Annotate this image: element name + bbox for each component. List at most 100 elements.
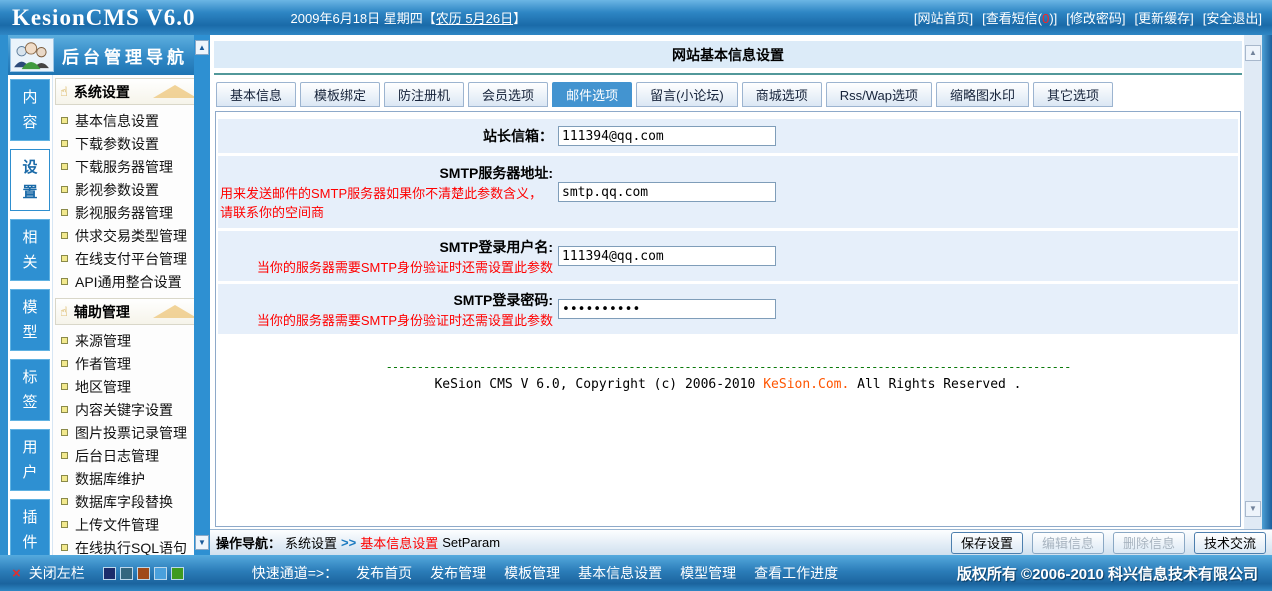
- save-settings-button[interactable]: 保存设置: [951, 532, 1023, 554]
- tab-other-options[interactable]: 其它选项: [1033, 82, 1113, 107]
- edit-info-button[interactable]: 编辑信息: [1032, 532, 1104, 554]
- main-scrollbar[interactable]: ▲ ▼: [1244, 35, 1262, 529]
- menu-item-basic-info[interactable]: 基本信息设置: [55, 109, 208, 132]
- menu-item-vote-records[interactable]: 图片投票记录管理: [55, 421, 208, 444]
- delete-info-button[interactable]: 删除信息: [1113, 532, 1185, 554]
- sidebar-menu: ☝ 系统设置 基本信息设置 下载参数设置 下载服务器管理 影视参数设置 影视服务…: [52, 75, 210, 555]
- tab-shop-options[interactable]: 商城选项: [742, 82, 822, 107]
- bullet-icon: [61, 117, 68, 124]
- menu-item-admin-logs[interactable]: 后台日志管理: [55, 444, 208, 467]
- form-row-smtp-password: SMTP登录密码: 当你的服务器需要SMTP身份验证时还需设置此参数: [218, 284, 1238, 334]
- menu-item-upload-files[interactable]: 上传文件管理: [55, 513, 208, 536]
- bullet-icon: [61, 360, 68, 367]
- menu-item-db-maintenance[interactable]: 数据库维护: [55, 467, 208, 490]
- divider: [214, 73, 1242, 75]
- tech-support-button[interactable]: 技术交流: [1194, 532, 1266, 554]
- scroll-down-icon[interactable]: ▼: [195, 535, 209, 550]
- menu-item-author-mgmt[interactable]: 作者管理: [55, 352, 208, 375]
- logout-link[interactable]: [安全退出]: [1203, 8, 1262, 27]
- thumb-icon: ☝: [60, 304, 68, 320]
- main-content: 网站基本信息设置 基本信息 模板绑定 防注册机 会员选项 邮件选项 留言(小论坛…: [210, 35, 1244, 529]
- breadcrumb-basic-info[interactable]: 基本信息设置: [360, 533, 438, 552]
- smtp-password-input[interactable]: [558, 299, 776, 319]
- avatar: [10, 38, 54, 72]
- quick-work-progress[interactable]: 查看工作进度: [754, 563, 838, 583]
- tab-member-options[interactable]: 会员选项: [468, 82, 548, 107]
- menu-item-video-server[interactable]: 影视服务器管理: [55, 201, 208, 224]
- menu-item-trade-types[interactable]: 供求交易类型管理: [55, 224, 208, 247]
- menu-item-run-sql[interactable]: 在线执行SQL语句: [55, 536, 208, 555]
- menu-item-region-mgmt[interactable]: 地区管理: [55, 375, 208, 398]
- bullet-icon: [61, 544, 68, 551]
- tab-mail-options[interactable]: 邮件选项: [552, 82, 632, 107]
- collapse-arrow-icon: [153, 305, 197, 318]
- menu-item-keywords[interactable]: 内容关键字设置: [55, 398, 208, 421]
- scroll-down-icon[interactable]: ▼: [1245, 501, 1261, 517]
- quick-basic-info[interactable]: 基本信息设置: [578, 563, 662, 583]
- breadcrumb-system-settings[interactable]: 系统设置: [285, 533, 337, 552]
- bullet-icon: [61, 278, 68, 285]
- quick-publish-home[interactable]: 发布首页: [356, 563, 412, 583]
- smtp-user-note: 当你的服务器需要SMTP身份验证时还需设置此参数: [218, 257, 553, 276]
- menu-item-download-params[interactable]: 下载参数设置: [55, 132, 208, 155]
- tab-guestbook[interactable]: 留言(小论坛): [636, 82, 738, 107]
- menu-item-source-mgmt[interactable]: 来源管理: [55, 329, 208, 352]
- menu-item-download-server[interactable]: 下载服务器管理: [55, 155, 208, 178]
- quick-template-mgmt[interactable]: 模板管理: [504, 563, 560, 583]
- section-aux-management[interactable]: ☝ 辅助管理: [55, 298, 208, 325]
- vtab-users[interactable]: 用户: [10, 429, 50, 491]
- bullet-icon: [61, 209, 68, 216]
- theme-swatch[interactable]: [103, 567, 116, 580]
- change-password-link[interactable]: [修改密码]: [1066, 8, 1125, 27]
- tab-anti-robot[interactable]: 防注册机: [384, 82, 464, 107]
- kesion-link[interactable]: KeSion.Com.: [763, 377, 849, 392]
- bullet-icon: [61, 186, 68, 193]
- menu-item-db-field-replace[interactable]: 数据库字段替换: [55, 490, 208, 513]
- menu-item-online-payment[interactable]: 在线支付平台管理: [55, 247, 208, 270]
- bullet-icon: [61, 383, 68, 390]
- quick-label: 快速通道=>：: [252, 563, 338, 583]
- webmaster-email-input[interactable]: [558, 126, 776, 146]
- vtab-plugins[interactable]: 插件: [10, 499, 50, 561]
- scroll-up-icon[interactable]: ▲: [1245, 45, 1261, 61]
- bullet-icon: [61, 406, 68, 413]
- menu-item-video-params[interactable]: 影视参数设置: [55, 178, 208, 201]
- close-left-panel[interactable]: × 关闭左栏: [12, 563, 85, 583]
- theme-swatch[interactable]: [120, 567, 133, 580]
- bullet-icon: [61, 521, 68, 528]
- smtp-username-input[interactable]: [558, 246, 776, 266]
- vtab-settings[interactable]: 设置: [10, 149, 50, 211]
- tab-basic-info[interactable]: 基本信息: [216, 82, 296, 107]
- messages-link[interactable]: [查看短信(0)]: [982, 8, 1057, 27]
- home-link[interactable]: [网站首页]: [914, 8, 973, 27]
- theme-swatch[interactable]: [137, 567, 150, 580]
- vtab-models[interactable]: 模型: [10, 289, 50, 351]
- tab-template-bind[interactable]: 模板绑定: [300, 82, 380, 107]
- vtab-content[interactable]: 内容: [10, 79, 50, 141]
- sidebar-title: 后台管理导航: [62, 43, 188, 68]
- vtab-labels[interactable]: 标签: [10, 359, 50, 421]
- menu-item-api-integration[interactable]: API通用整合设置: [55, 270, 208, 293]
- date-display: 2009年6月18日 星期四【农历 5月26日】: [291, 8, 527, 27]
- frame-splitter[interactable]: ▲ ▼: [194, 35, 210, 555]
- theme-swatch[interactable]: [154, 567, 167, 580]
- theme-swatches: [103, 567, 184, 580]
- operation-bar: 操作导航： 系统设置 >> 基本信息设置 SetParam 保存设置 编辑信息 …: [210, 529, 1272, 555]
- quick-model-mgmt[interactable]: 模型管理: [680, 563, 736, 583]
- vtab-related[interactable]: 相关: [10, 219, 50, 281]
- breadcrumb: 操作导航： 系统设置 >> 基本信息设置 SetParam: [216, 533, 500, 552]
- form-row-webmaster-email: 站长信箱：: [218, 119, 1238, 153]
- quick-publish-mgmt[interactable]: 发布管理: [430, 563, 486, 583]
- refresh-cache-link[interactable]: [更新缓存]: [1135, 8, 1194, 27]
- bullet-icon: [61, 255, 68, 262]
- tab-thumb-watermark[interactable]: 缩略图水印: [936, 82, 1029, 107]
- tab-rss-wap[interactable]: Rss/Wap选项: [826, 82, 932, 107]
- section-system-settings[interactable]: ☝ 系统设置: [55, 78, 208, 105]
- bullet-icon: [61, 163, 68, 170]
- scroll-up-icon[interactable]: ▲: [195, 40, 209, 55]
- dashed-separator: ----------------------------------------…: [218, 360, 1238, 374]
- smtp-server-input[interactable]: [558, 182, 776, 202]
- form-row-smtp-user: SMTP登录用户名: 当你的服务器需要SMTP身份验证时还需设置此参数: [218, 231, 1238, 281]
- theme-swatch[interactable]: [171, 567, 184, 580]
- lunar-date-link[interactable]: 农历 5月26日: [436, 11, 513, 26]
